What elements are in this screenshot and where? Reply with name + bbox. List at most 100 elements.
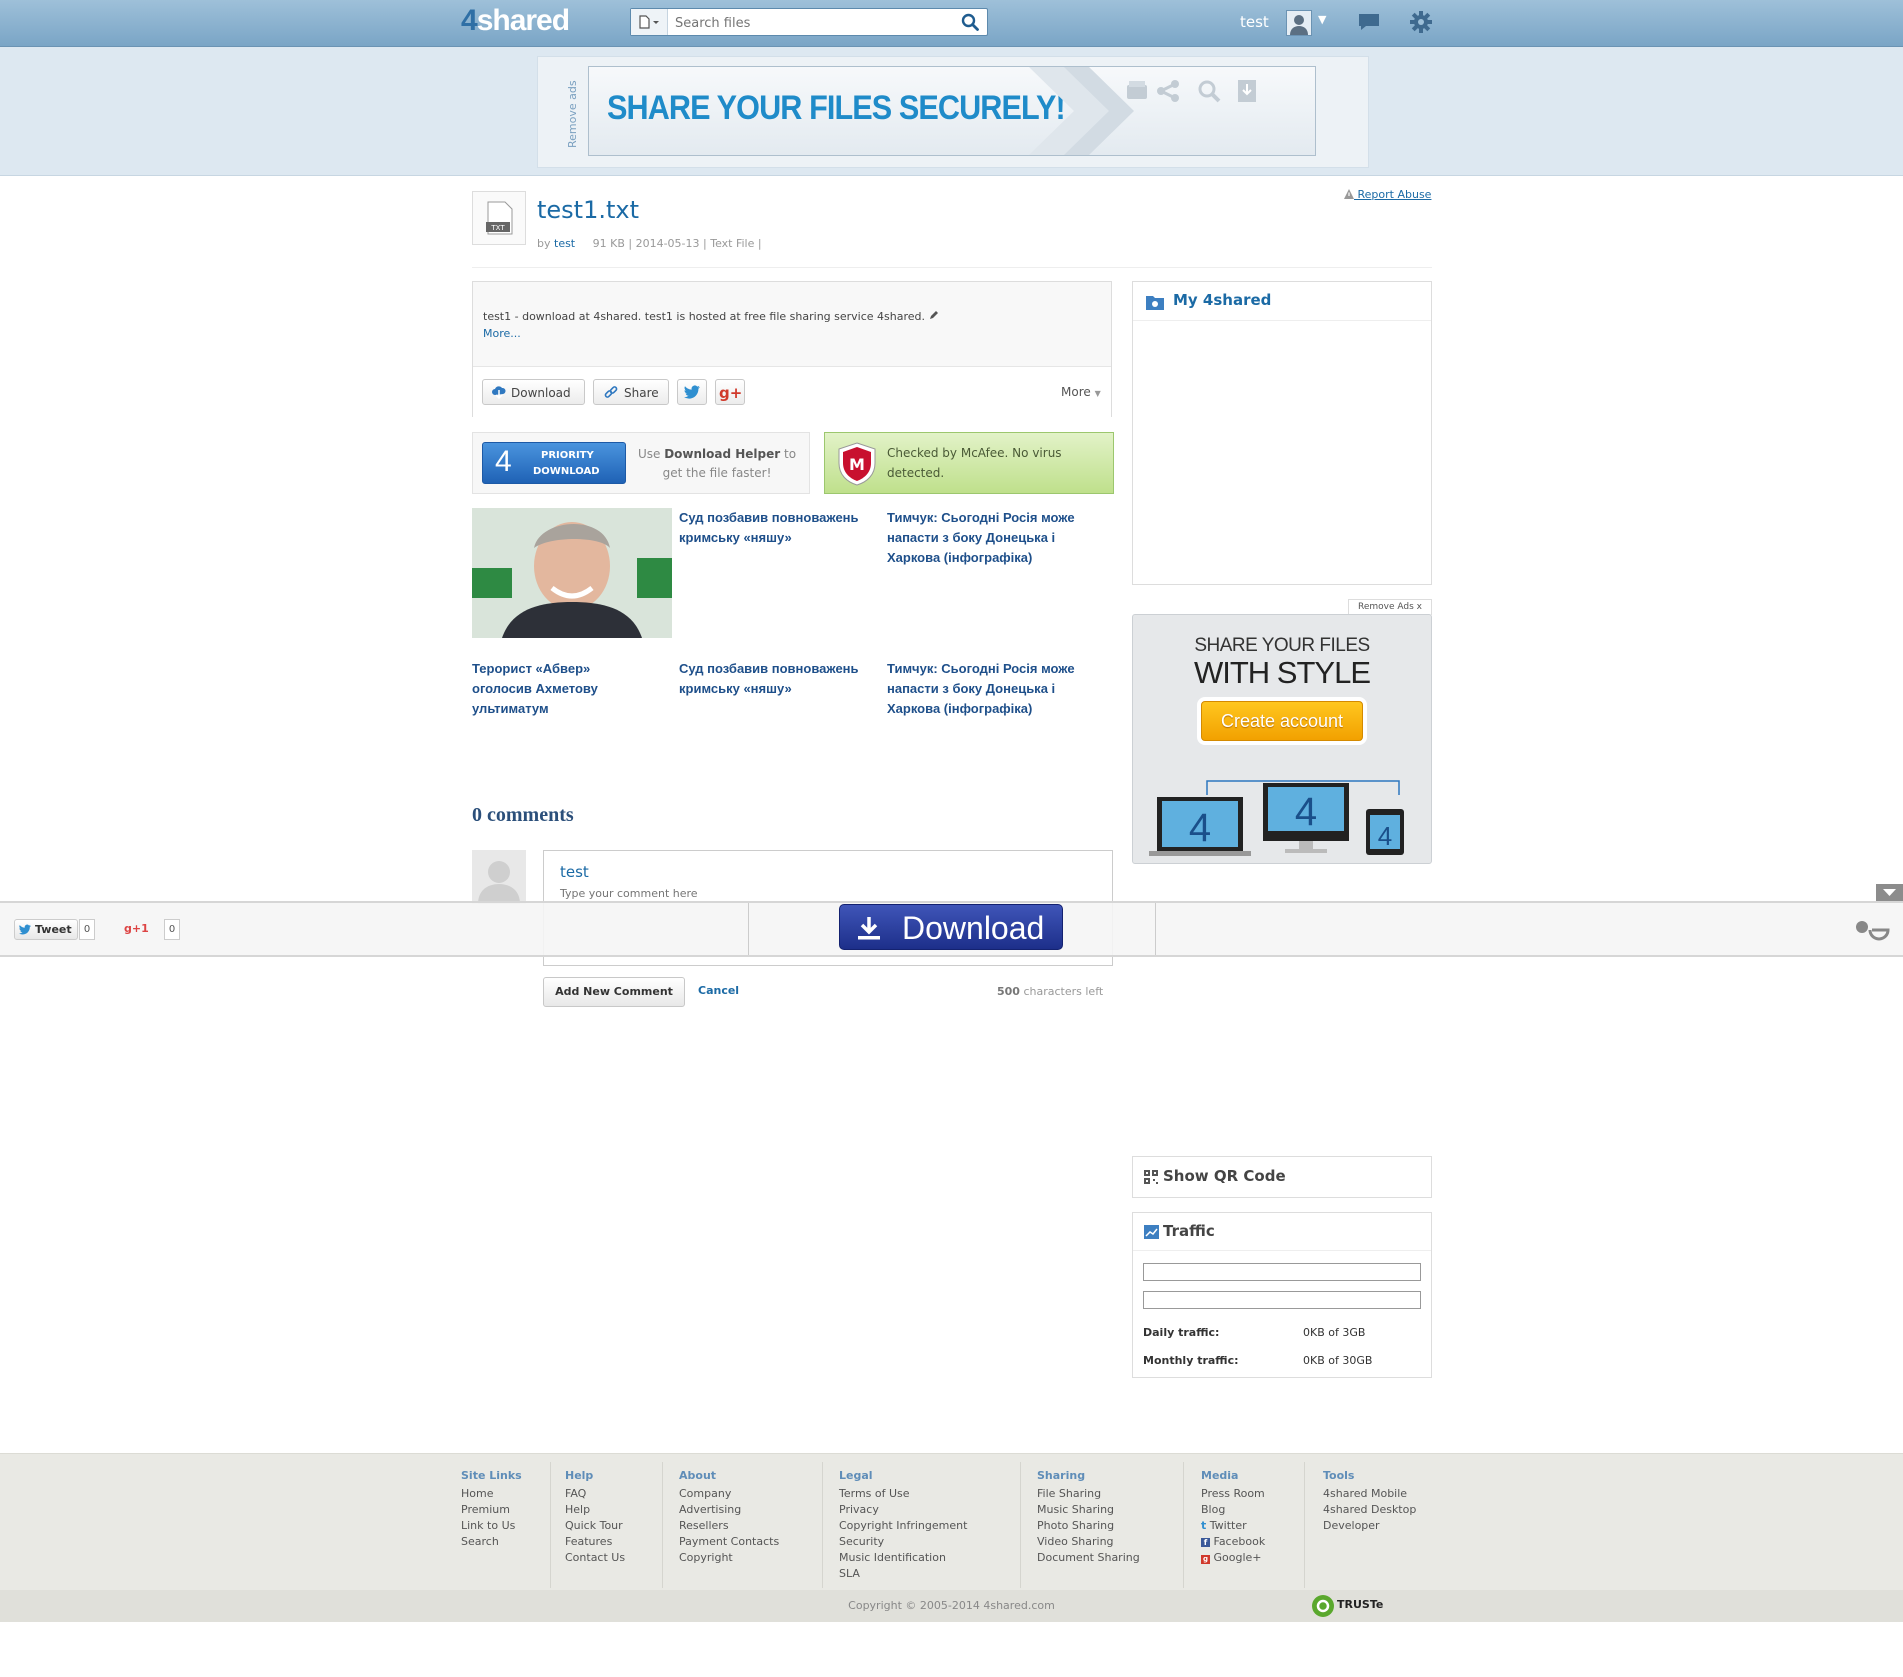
footer-link[interactable]: Premium bbox=[461, 1502, 522, 1518]
footer-separator bbox=[822, 1462, 823, 1588]
show-qr-code-panel[interactable]: Show QR Code bbox=[1132, 1156, 1432, 1198]
footer-link[interactable]: Press Room bbox=[1201, 1486, 1265, 1502]
footer-link[interactable]: Music Sharing bbox=[1037, 1502, 1140, 1518]
footer-link-twitter[interactable]: t Twitter bbox=[1201, 1518, 1265, 1534]
advertiser-logo-icon[interactable] bbox=[1850, 915, 1892, 945]
priority-line2: DOWNLOAD bbox=[533, 466, 600, 477]
devices-illustration-icon: 4 4 4 bbox=[1149, 780, 1404, 856]
user-silhouette-icon bbox=[478, 861, 520, 904]
gear-icon[interactable] bbox=[1409, 10, 1433, 34]
footer-link[interactable]: FAQ bbox=[565, 1486, 625, 1502]
google-plus-share-button[interactable]: g+ bbox=[715, 379, 745, 405]
footer-link[interactable]: Document Sharing bbox=[1037, 1550, 1140, 1566]
footer-heading: Sharing bbox=[1037, 1469, 1086, 1482]
footer-link[interactable]: Terms of Use bbox=[839, 1486, 967, 1502]
google-plus-one-button[interactable]: g+1 bbox=[124, 919, 158, 938]
footer-link[interactable]: Video Sharing bbox=[1037, 1534, 1140, 1550]
footer-link[interactable]: Quick Tour bbox=[565, 1518, 625, 1534]
user-name[interactable]: test bbox=[1240, 13, 1269, 31]
footer-link[interactable]: Copyright bbox=[679, 1550, 779, 1566]
footer-link[interactable]: Photo Sharing bbox=[1037, 1518, 1140, 1534]
svg-text:TXT: TXT bbox=[490, 224, 505, 232]
footer-link[interactable]: Music Identification bbox=[839, 1550, 967, 1566]
search-input[interactable] bbox=[673, 13, 947, 33]
twitter-share-button[interactable] bbox=[677, 379, 707, 405]
footer-link[interactable]: Payment Contacts bbox=[679, 1534, 779, 1550]
search-type-dropdown[interactable] bbox=[631, 9, 668, 35]
footer-link[interactable]: Link to Us bbox=[461, 1518, 522, 1534]
footer-link[interactable]: 4shared Desktop bbox=[1323, 1502, 1416, 1518]
pencil-icon[interactable] bbox=[929, 310, 939, 320]
footer-link[interactable]: Features bbox=[565, 1534, 625, 1550]
top-header: 4shared test ▼ bbox=[0, 0, 1903, 47]
footer-link[interactable]: Blog bbox=[1201, 1502, 1265, 1518]
footer-heading: Help bbox=[565, 1469, 594, 1482]
news-link[interactable]: Тимчук: Сьогодні Росія може напасти з бо… bbox=[887, 508, 1087, 568]
news-link[interactable]: Тимчук: Сьогодні Росія може напасти з бо… bbox=[887, 659, 1087, 719]
style-ad-line2: WITH STYLE bbox=[1193, 655, 1371, 690]
copyright-text: Copyright © 2005-2014 4shared.com bbox=[848, 1599, 1055, 1612]
user-avatar-button[interactable] bbox=[1286, 10, 1312, 36]
remove-ads-link[interactable]: Remove Ads x bbox=[1348, 599, 1432, 615]
news-link[interactable]: Суд позбавив повноважень кримську «няшу» bbox=[679, 508, 889, 548]
footer-link[interactable]: Home bbox=[461, 1486, 522, 1502]
logo-text: shared bbox=[476, 4, 570, 37]
footer-link[interactable]: Resellers bbox=[679, 1518, 779, 1534]
footer-link[interactable]: File Sharing bbox=[1037, 1486, 1140, 1502]
share-button[interactable]: Share bbox=[593, 379, 669, 405]
more-actions-dropdown[interactable]: More ▼ bbox=[1061, 385, 1101, 399]
tweet-button[interactable]: Tweet bbox=[14, 919, 78, 940]
footer-link[interactable]: Help bbox=[565, 1502, 625, 1518]
download-label: Download bbox=[511, 386, 571, 400]
footer-column-sharing: Sharing File Sharing Music Sharing Photo… bbox=[1037, 1466, 1140, 1566]
footer-heading: About bbox=[679, 1469, 717, 1482]
monthly-traffic-label: Monthly traffic: bbox=[1143, 1354, 1239, 1367]
share-with-style-ad[interactable]: SHARE YOUR FILES WITH STYLE Create accou… bbox=[1132, 614, 1432, 864]
sticky-bar-collapse-button[interactable] bbox=[1876, 884, 1903, 901]
google-plus-icon: g bbox=[1201, 1555, 1210, 1564]
report-abuse-link[interactable]: Report Abuse bbox=[1344, 188, 1431, 201]
footer-link-google-plus[interactable]: g Google+ bbox=[1201, 1550, 1265, 1566]
footer-link[interactable]: Contact Us bbox=[565, 1550, 625, 1566]
logo[interactable]: 4shared bbox=[461, 4, 570, 38]
news-link[interactable]: Суд позбавив повноважень кримську «няшу» bbox=[679, 659, 889, 699]
footer-link[interactable]: Privacy bbox=[839, 1502, 967, 1518]
chevron-down-icon[interactable]: ▼ bbox=[1318, 13, 1326, 26]
footer-link[interactable]: Security bbox=[839, 1534, 967, 1550]
footer-link[interactable]: Copyright Infringement bbox=[839, 1518, 967, 1534]
priority-download-button[interactable]: 4 PRIORITY DOWNLOAD bbox=[482, 442, 626, 484]
footer-link[interactable]: Search bbox=[461, 1534, 522, 1550]
remove-ads-vertical-link[interactable]: Remove ads? bbox=[556, 80, 586, 150]
messages-icon[interactable] bbox=[1358, 12, 1380, 32]
description-more-link[interactable]: More... bbox=[483, 327, 521, 340]
footer-link[interactable]: Advertising bbox=[679, 1502, 779, 1518]
my4shared-panel: My 4shared bbox=[1132, 281, 1432, 585]
search-icon[interactable] bbox=[961, 13, 979, 31]
qr-code-icon bbox=[1144, 1170, 1158, 1184]
download-helper-link[interactable]: Download Helper bbox=[664, 447, 780, 461]
footer-link[interactable]: Developer bbox=[1323, 1518, 1416, 1534]
truste-badge-icon[interactable]: TRUSTe bbox=[1311, 1594, 1403, 1618]
ad-banner[interactable]: SHARE YOUR FILES SECURELY! bbox=[588, 66, 1316, 156]
sticky-download-button[interactable]: Download bbox=[839, 904, 1063, 950]
cancel-link[interactable]: Cancel bbox=[698, 984, 739, 997]
download-button[interactable]: Download bbox=[482, 379, 585, 405]
footer-column-legal: Legal Terms of Use Privacy Copyright Inf… bbox=[839, 1466, 967, 1582]
footer-link[interactable]: Company bbox=[679, 1486, 779, 1502]
chevron-down-icon bbox=[1883, 889, 1896, 896]
footer-link-facebook[interactable]: f Facebook bbox=[1201, 1534, 1265, 1550]
my4shared-title[interactable]: My 4shared bbox=[1173, 291, 1271, 309]
footer-link[interactable]: 4shared Mobile bbox=[1323, 1486, 1416, 1502]
create-account-button[interactable]: Create account bbox=[1201, 701, 1363, 741]
tweet-count: 0 bbox=[79, 919, 95, 940]
news-link[interactable]: Терорист «Абвер» оголосив Ахметову ульти… bbox=[472, 659, 652, 719]
footer-link[interactable]: SLA bbox=[839, 1566, 967, 1582]
footer-separator bbox=[662, 1462, 663, 1588]
add-comment-button[interactable]: Add New Comment bbox=[543, 977, 685, 1007]
divider bbox=[1133, 1250, 1431, 1251]
link-icon bbox=[604, 386, 618, 398]
owner-link[interactable]: test bbox=[554, 237, 575, 250]
svg-text:4: 4 bbox=[1189, 806, 1211, 850]
news-photo[interactable] bbox=[472, 508, 672, 638]
footer-separator bbox=[1020, 1462, 1021, 1588]
